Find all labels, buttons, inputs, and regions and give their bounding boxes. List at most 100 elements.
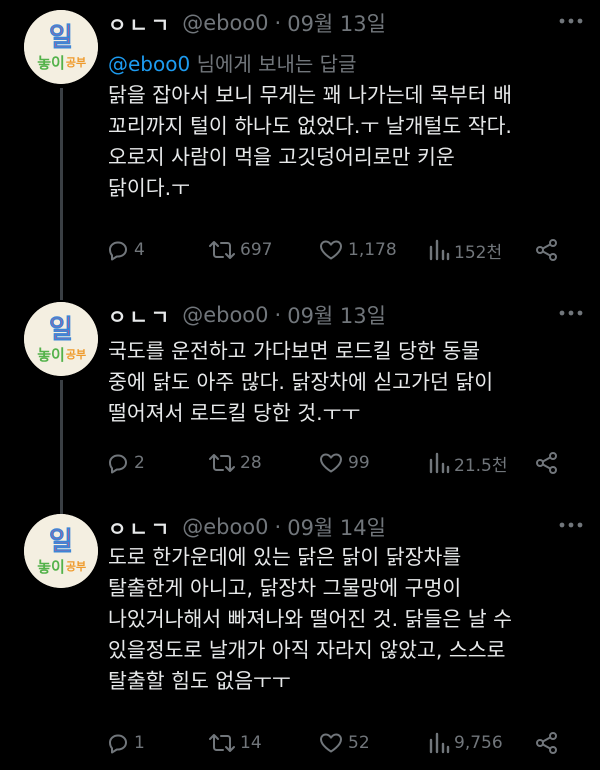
more-horizontal-icon	[559, 522, 583, 528]
svg-text:놓이: 놓이	[37, 54, 65, 72]
like-count: 99	[348, 453, 370, 473]
separator-dot: ·	[274, 303, 282, 327]
reply-count: 2	[134, 453, 145, 473]
reply-icon	[109, 454, 127, 474]
separator-dot: ·	[274, 515, 282, 539]
retweet-button[interactable]: 697	[208, 235, 272, 265]
heart-icon	[320, 453, 342, 473]
svg-text:공부: 공부	[66, 56, 86, 69]
like-button[interactable]: 99	[318, 448, 370, 478]
like-count: 52	[348, 733, 370, 753]
tweet-text-line: 도로 한가운데에 있는 닭은 닭이 닭장차를	[108, 545, 462, 569]
retweet-icon	[209, 454, 235, 472]
tweet-actions: 1 14 52 9,756	[106, 728, 576, 758]
tweet-header: ㅇㄴㄱ @eboo0 · 09월 13일	[108, 8, 386, 38]
tweet-text-line: 있을정도로 날개가 아직 자라지 않았고, 스스로	[108, 638, 506, 662]
display-name[interactable]: ㅇㄴㄱ	[108, 301, 172, 330]
svg-text:일: 일	[49, 527, 73, 557]
retweet-count: 28	[240, 453, 262, 473]
user-handle[interactable]: @eboo0	[182, 303, 268, 327]
svg-text:놓이: 놓이	[37, 346, 65, 364]
more-options-button[interactable]	[556, 8, 586, 34]
share-button[interactable]	[534, 448, 560, 478]
svg-text:공부: 공부	[66, 560, 86, 573]
more-options-button[interactable]	[556, 300, 586, 326]
separator-dot: ·	[274, 11, 282, 35]
tweet-date[interactable]: 09월 13일	[287, 8, 386, 38]
avatar-logo-icon: 일 놓이 공부	[24, 10, 98, 84]
svg-text:공부: 공부	[66, 348, 86, 361]
views-count: 152천	[454, 242, 503, 263]
share-icon	[536, 239, 557, 261]
share-button[interactable]	[534, 235, 560, 265]
like-count: 1,178	[348, 240, 397, 260]
tweet-text-line: 닭이다.ㅜ	[108, 176, 190, 200]
tweet-header: ㅇㄴㄱ @eboo0 · 09월 14일	[108, 512, 386, 542]
tweet-actions: 2 28 99 21.5천	[106, 448, 576, 478]
reply-icon	[109, 734, 127, 754]
user-handle[interactable]: @eboo0	[182, 515, 268, 539]
more-horizontal-icon	[559, 310, 583, 316]
thread-line	[60, 88, 63, 290]
views-bar-icon	[429, 732, 450, 754]
views-button[interactable]: 152천	[428, 235, 502, 265]
reply-button[interactable]: 2	[106, 448, 145, 478]
tweet[interactable]: 일 놓이 공부 ㅇㄴㄱ @eboo0 · 09월 14일 도로 한가운데에 있는…	[0, 510, 600, 770]
heart-icon	[320, 733, 342, 753]
views-bar-icon	[429, 239, 450, 261]
tweet-actions: 4 697 1,178 152천	[106, 235, 576, 265]
heart-icon	[320, 240, 342, 260]
replying-to-label: 님에게 보내는 답글	[196, 52, 357, 76]
share-button[interactable]	[534, 728, 560, 758]
tweet[interactable]: 일 놓이 공부 ㅇㄴㄱ @eboo0 · 09월 13일 국도를 운전하고 가다…	[0, 290, 600, 510]
tweet-text-line: 중에 닭도 아주 많다. 닭장차에 싣고가던 닭이	[108, 370, 494, 394]
user-handle[interactable]: @eboo0	[182, 11, 268, 35]
tweet-text: 닭을 잡아서 보니 무게는 꽤 나가는데 목부터 배 꼬리까지 털이 하나도 없…	[108, 80, 584, 204]
retweet-button[interactable]: 14	[208, 728, 262, 758]
tweet-text-line: 국도를 운전하고 가다보면 로드킬 당한 동물	[108, 339, 481, 363]
retweet-icon	[209, 734, 235, 752]
replying-to: @eboo0 님에게 보내는 답글	[108, 48, 356, 77]
reply-button[interactable]: 1	[106, 728, 145, 758]
tweet-date[interactable]: 09월 14일	[287, 512, 386, 542]
reply-count: 4	[134, 240, 145, 260]
share-icon	[536, 452, 557, 474]
tweet[interactable]: 일 놓이 공부 ㅇㄴㄱ @eboo0 · 09월 13일 @eboo0 님에게 …	[0, 0, 600, 290]
svg-text:놓이: 놓이	[37, 558, 65, 576]
tweet-header: ㅇㄴㄱ @eboo0 · 09월 13일	[108, 300, 386, 330]
tweet-text: 도로 한가운데에 있는 닭은 닭이 닭장차를 탈출한게 아니고, 닭장차 그물망…	[108, 542, 584, 697]
avatar[interactable]: 일 놓이 공부	[24, 514, 98, 588]
retweet-button[interactable]: 28	[208, 448, 262, 478]
tweet-text-line: 떨어져서 로드킬 당한 것.ㅜㅜ	[108, 401, 361, 425]
more-horizontal-icon	[559, 18, 583, 24]
display-name[interactable]: ㅇㄴㄱ	[108, 9, 172, 38]
tweet-text-line: 꼬리까지 털이 하나도 없었다.ㅜ 날개털도 작다.	[108, 114, 512, 138]
reply-mention-link[interactable]: @eboo0	[108, 52, 190, 76]
reply-button[interactable]: 4	[106, 235, 145, 265]
tweet-text-line: 오로지 사람이 먹을 고깃덩어리로만 키운	[108, 145, 455, 169]
share-icon	[536, 732, 557, 754]
like-button[interactable]: 1,178	[318, 235, 397, 265]
views-count: 9,756	[454, 733, 503, 753]
tweet-text: 국도를 운전하고 가다보면 로드킬 당한 동물 중에 닭도 아주 많다. 닭장차…	[108, 336, 584, 429]
tweet-text-line: 나있거나해서 빠져나와 떨어진 것. 닭들은 날 수	[108, 607, 512, 631]
retweet-count: 697	[240, 240, 273, 260]
thread-line	[60, 380, 63, 510]
views-button[interactable]: 21.5천	[428, 448, 508, 478]
tweet-date[interactable]: 09월 13일	[287, 300, 386, 330]
views-bar-icon	[429, 452, 450, 474]
avatar[interactable]: 일 놓이 공부	[24, 10, 98, 84]
tweet-text-line: 닭을 잡아서 보니 무게는 꽤 나가는데 목부터 배	[108, 83, 512, 107]
avatar-logo-icon: 일 놓이 공부	[24, 302, 98, 376]
thread-line	[60, 290, 63, 300]
avatar[interactable]: 일 놓이 공부	[24, 302, 98, 376]
tweet-text-line: 탈출할 힘도 없음ㅜㅜ	[108, 669, 291, 693]
tweet-text-line: 탈출한게 아니고, 닭장차 그물망에 구멍이	[108, 576, 462, 600]
svg-text:일: 일	[49, 315, 73, 345]
display-name[interactable]: ㅇㄴㄱ	[108, 513, 172, 542]
avatar-logo-icon: 일 놓이 공부	[24, 514, 98, 588]
more-options-button[interactable]	[556, 512, 586, 538]
like-button[interactable]: 52	[318, 728, 370, 758]
views-button[interactable]: 9,756	[428, 728, 503, 758]
reply-icon	[109, 241, 127, 261]
